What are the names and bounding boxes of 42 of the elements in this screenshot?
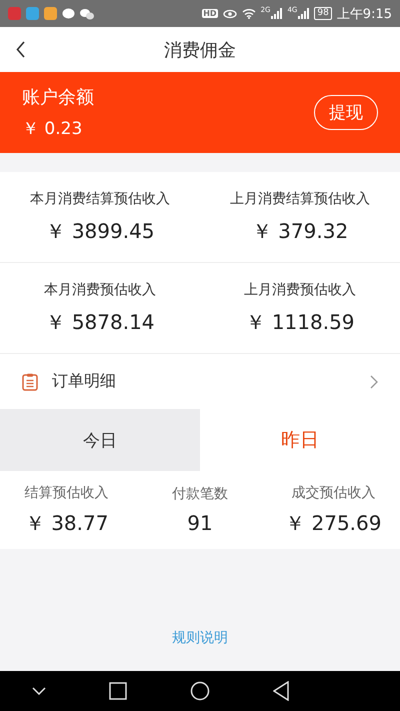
summary-label: 成交预估收入 [291,484,376,502]
stat-label: 本月消费结算预估收入 [30,190,170,208]
stat-value: ￥ 1118.59 [245,308,355,336]
triangle-back-icon[interactable] [272,681,288,701]
chevron-down-icon[interactable] [32,687,46,695]
summary-value: 91 [187,511,213,535]
chevron-right-icon [370,374,378,388]
clipboard-icon [22,372,38,390]
summary-value: ￥ 275.69 [285,510,382,536]
battery-level: 98 [314,7,332,20]
stat-value: ￥ 379.32 [252,218,348,244]
back-icon[interactable] [16,41,26,58]
signal-icon [298,8,310,19]
withdraw-button[interactable]: 提现 [314,95,378,130]
day-tab[interactable]: 昨日 [200,409,400,471]
order-details-label: 订单明细 [52,371,117,392]
day-tab[interactable]: 今日 [0,409,200,471]
clock-time: 上午9:15 [336,6,392,22]
page-title: 消费佣金 [164,38,236,62]
app-icon [8,7,21,20]
eye-icon [222,8,237,18]
app-icon [44,7,57,20]
hd-badge: HD [202,9,218,18]
chat-bubbles-icon [80,8,94,20]
wifi-icon [242,8,256,19]
chat-bubble-icon [62,8,75,20]
summary-value: ￥ 38.77 [24,510,108,536]
stat-label: 上月消费预估收入 [244,280,356,298]
square-icon[interactable] [108,682,126,700]
signal-icon [271,8,282,19]
balance-amount: ￥ 0.23 [22,118,84,140]
stat-value: ￥ 3899.45 [45,218,155,244]
stat-label: 本月消费预估收入 [44,280,156,298]
app-icon [26,7,39,20]
summary-label: 结算预估收入 [24,484,109,502]
stat-value: ￥ 5878.14 [45,308,155,336]
circle-icon[interactable] [190,681,210,701]
order-details-row[interactable]: 订单明细 [0,354,400,409]
rules-link[interactable]: 规则说明 [172,629,228,647]
summary-label: 付款笔数 [172,485,228,503]
stat-label: 上月消费结算预估收入 [230,190,370,208]
balance-label: 账户余额 [22,86,95,109]
